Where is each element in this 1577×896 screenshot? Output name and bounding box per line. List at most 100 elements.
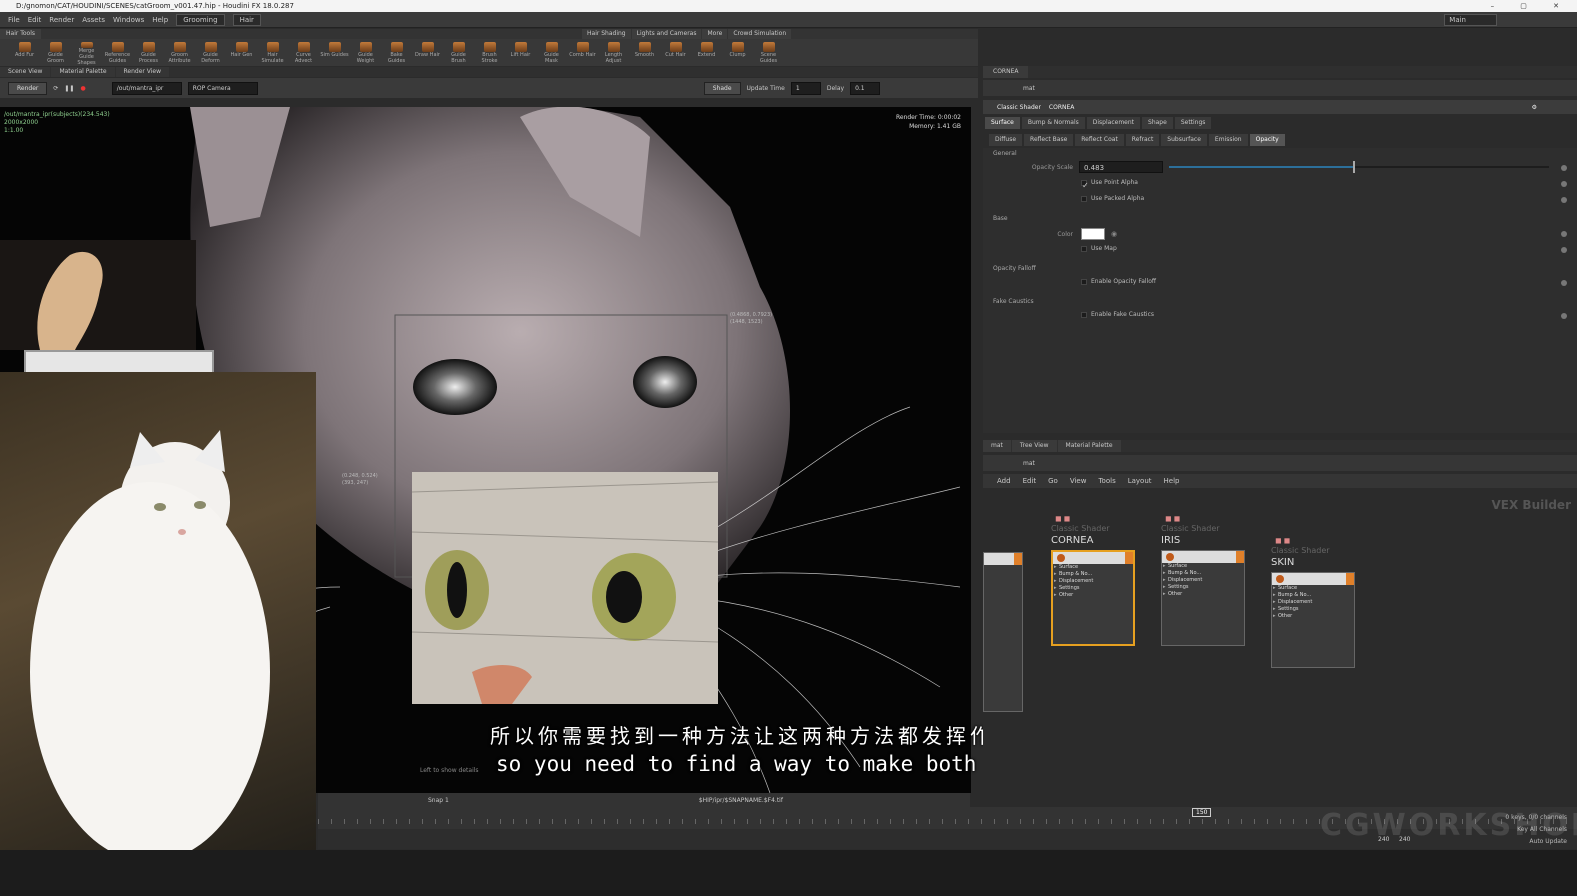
shelf-tool[interactable]: Length Adjust — [599, 39, 628, 66]
shelf-tool[interactable]: Comb Hair — [568, 39, 597, 66]
tab-shape[interactable]: Shape — [1142, 117, 1173, 129]
tab-render-view[interactable]: Render View — [115, 67, 170, 77]
net-menu-go[interactable]: Go — [1048, 477, 1058, 485]
shelf-tool[interactable]: Guide Groom — [41, 39, 70, 66]
iris-row-other[interactable]: Other — [1162, 591, 1244, 598]
shelf-tool[interactable]: Cut Hair — [661, 39, 690, 66]
menu-render[interactable]: Render — [49, 16, 74, 24]
shelf-tool[interactable]: Hair Simulate — [258, 39, 287, 66]
shelf-tool[interactable]: Hair Gen — [227, 39, 256, 66]
update-time-field[interactable]: 1 — [790, 81, 821, 95]
skin-row-other[interactable]: Other — [1272, 613, 1354, 620]
menu-edit[interactable]: Edit — [28, 16, 42, 24]
param-path[interactable]: mat — [1023, 85, 1035, 92]
shelf-tool[interactable]: Merge Guide Shapes — [72, 39, 101, 66]
tab-tree-view[interactable]: Tree View — [1011, 440, 1057, 452]
use-point-alpha-dot[interactable] — [1561, 181, 1567, 187]
tab-material-palette-2[interactable]: Material Palette — [1057, 440, 1121, 452]
color-swatch[interactable] — [1081, 228, 1105, 240]
iris-row-surface[interactable]: Surface — [1162, 563, 1244, 570]
tab-displacement[interactable]: Displacement — [1086, 117, 1141, 129]
shelf-tool[interactable]: Guide Mask — [537, 39, 566, 66]
iris-row-displacement[interactable]: Displacement — [1162, 577, 1244, 584]
shelf-tool[interactable]: Sim Guides — [320, 39, 349, 66]
skin-row-displacement[interactable]: Displacement — [1272, 599, 1354, 606]
tab-reflect-base[interactable]: Reflect Base — [1024, 134, 1074, 146]
net-menu-view[interactable]: View — [1070, 477, 1087, 485]
node-iris[interactable]: Surface Bump & No... Displacement Settin… — [1161, 550, 1245, 646]
opacity-scale-channel-dot[interactable] — [1561, 165, 1567, 171]
pause-icon[interactable]: ❚❚ — [64, 85, 74, 92]
use-map-dot[interactable] — [1561, 247, 1567, 253]
context-select[interactable]: Hair — [232, 13, 261, 26]
shelf-tab-hair-shading[interactable]: Hair Shading — [582, 29, 631, 39]
net-menu-tools[interactable]: Tools — [1098, 477, 1115, 485]
window-controls[interactable]: – ▢ ✕ — [1491, 0, 1571, 12]
network-path[interactable]: mat — [1023, 460, 1035, 467]
enable-opacity-falloff-checkbox[interactable] — [1081, 279, 1087, 285]
menu-file[interactable]: File — [8, 16, 20, 24]
partial-node[interactable] — [983, 552, 1023, 712]
iris-row-bump[interactable]: Bump & No... — [1162, 570, 1244, 577]
shelf-tool[interactable]: Bake Guides — [382, 39, 411, 66]
desktop-select[interactable]: Grooming — [176, 13, 225, 26]
render-button[interactable]: Render — [8, 81, 48, 95]
tab-material-palette[interactable]: Material Palette — [51, 67, 115, 77]
shelf-tab-hair-tools[interactable]: Hair Tools — [0, 29, 42, 39]
opacity-scale-slider[interactable] — [1169, 161, 1549, 173]
cornea-row-other[interactable]: Other — [1053, 592, 1133, 599]
stop-icon[interactable]: ● — [80, 85, 85, 92]
tab-scene-view[interactable]: Scene View — [0, 67, 51, 77]
net-menu-add[interactable]: Add — [997, 477, 1011, 485]
shader-name[interactable]: CORNEA — [1049, 104, 1074, 111]
menu-assets[interactable]: Assets — [82, 16, 105, 24]
shelf-tool[interactable]: Guide Process — [134, 39, 163, 66]
refresh-icon[interactable]: ⟳ — [53, 85, 58, 92]
output-path[interactable]: $HIP/ipr/$SNAPNAME.$F4.tif — [699, 797, 783, 804]
tab-emission[interactable]: Emission — [1208, 134, 1248, 146]
tab-mat[interactable]: mat — [983, 440, 1011, 452]
shelf-tool[interactable]: Guide Deform — [196, 39, 225, 66]
shelf-tool[interactable]: Extend — [692, 39, 721, 66]
net-menu-edit[interactable]: Edit — [1023, 477, 1037, 485]
use-packed-alpha-dot[interactable] — [1561, 197, 1567, 203]
opacity-falloff-dot[interactable] — [1561, 280, 1567, 286]
tab-reflect-coat[interactable]: Reflect Coat — [1075, 134, 1124, 146]
tab-cornea[interactable]: CORNEA — [983, 66, 1029, 78]
node-cornea[interactable]: Surface Bump & No... Displacement Settin… — [1051, 550, 1135, 646]
key-all-channels[interactable]: Key All Channels — [1505, 824, 1567, 836]
current-frame-marker[interactable]: 150 — [1192, 808, 1212, 817]
tab-settings[interactable]: Settings — [1174, 117, 1212, 129]
use-point-alpha-checkbox[interactable]: ✓ — [1081, 180, 1089, 190]
node-skin[interactable]: Surface Bump & No... Displacement Settin… — [1271, 572, 1355, 668]
tab-surface[interactable]: Surface — [985, 117, 1020, 129]
shelf-tool[interactable]: Scene Guides — [754, 39, 783, 66]
menu-help[interactable]: Help — [152, 16, 168, 24]
cornea-row-surface[interactable]: Surface — [1053, 564, 1133, 571]
color-picker-icon[interactable]: ◉ — [1111, 230, 1117, 238]
shelf-tool[interactable]: Smooth — [630, 39, 659, 66]
tab-subsurface[interactable]: Subsurface — [1161, 134, 1207, 146]
tab-refract[interactable]: Refract — [1125, 134, 1160, 146]
delay-field[interactable]: 0.1 — [850, 81, 881, 95]
color-dot[interactable] — [1561, 231, 1567, 237]
auto-update[interactable]: Auto Update — [1505, 836, 1567, 848]
enable-fake-caustics-checkbox[interactable] — [1081, 312, 1087, 318]
shelf-tool[interactable]: Guide Brush — [444, 39, 473, 66]
rop-select[interactable]: /out/mantra_ipr — [111, 81, 182, 95]
cornea-row-settings[interactable]: Settings — [1053, 585, 1133, 592]
shelf-tool[interactable]: Clump — [723, 39, 752, 66]
menu-windows[interactable]: Windows — [113, 16, 144, 24]
cornea-row-displacement[interactable]: Displacement — [1053, 578, 1133, 585]
shelf-tool[interactable]: Lift Hair — [506, 39, 535, 66]
shelf-tool[interactable]: Curve Advect — [289, 39, 318, 66]
cornea-name[interactable]: CORNEA — [1051, 535, 1093, 546]
fake-caustics-dot[interactable] — [1561, 313, 1567, 319]
shelf-tool[interactable]: Guide Weight — [351, 39, 380, 66]
skin-row-surface[interactable]: Surface — [1272, 585, 1354, 592]
camera-select[interactable]: ROP Camera — [187, 81, 258, 95]
cornea-row-bump[interactable]: Bump & No... — [1053, 571, 1133, 578]
shade-button[interactable]: Shade — [703, 81, 741, 95]
network-canvas[interactable]: ◼◼ Classic Shader CORNEA Surface Bump & … — [983, 490, 1577, 805]
shelf-tool[interactable]: Reference Guides — [103, 39, 132, 66]
